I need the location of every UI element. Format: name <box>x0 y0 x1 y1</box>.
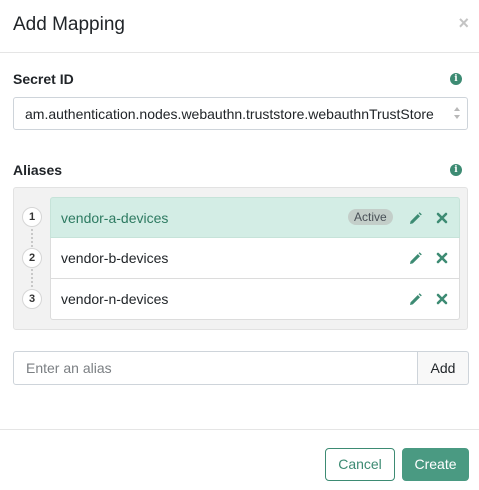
modal-title: Add Mapping <box>13 14 125 35</box>
close-icon[interactable]: × <box>458 14 469 32</box>
cancel-button[interactable]: Cancel <box>325 448 395 481</box>
modal-header: Add Mapping × <box>0 0 479 53</box>
close-icon[interactable] <box>436 293 448 305</box>
alias-row[interactable]: vendor-n-devices <box>50 279 460 320</box>
create-button[interactable]: Create <box>402 448 469 481</box>
alias-row[interactable]: vendor-a-devices Active <box>50 197 460 238</box>
close-icon[interactable] <box>436 252 448 264</box>
step-number: 3 <box>22 289 42 309</box>
pencil-icon[interactable] <box>409 252 422 265</box>
secret-id-select[interactable]: am.authentication.nodes.webauthn.trustst… <box>13 97 468 130</box>
close-icon[interactable] <box>436 212 448 224</box>
aliases-label: Aliases <box>13 162 63 178</box>
alias-list: vendor-a-devices Active vendor-b-devices… <box>50 197 460 320</box>
alias-name: vendor-n-devices <box>61 291 169 307</box>
aliases-panel: 1 2 3 vendor-a-devices Active vendor-b-d… <box>13 187 468 330</box>
pencil-icon[interactable] <box>409 212 422 225</box>
chevron-updown-icon <box>453 107 461 121</box>
alias-row[interactable]: vendor-b-devices <box>50 238 460 279</box>
alias-name: vendor-a-devices <box>61 210 169 226</box>
active-badge: Active <box>348 209 393 225</box>
info-icon[interactable]: i <box>450 73 462 85</box>
secret-id-value: am.authentication.nodes.webauthn.trustst… <box>25 106 434 122</box>
pencil-icon[interactable] <box>409 293 422 306</box>
alias-name: vendor-b-devices <box>61 250 169 266</box>
step-number: 1 <box>22 207 42 227</box>
secret-id-label: Secret ID <box>13 71 74 87</box>
alias-input[interactable] <box>13 351 418 385</box>
add-alias-button[interactable]: Add <box>417 351 469 385</box>
info-icon[interactable]: i <box>450 164 462 176</box>
alias-input-group: Add <box>13 351 469 385</box>
modal-footer: Cancel Create <box>0 429 479 490</box>
step-number: 2 <box>22 248 42 268</box>
